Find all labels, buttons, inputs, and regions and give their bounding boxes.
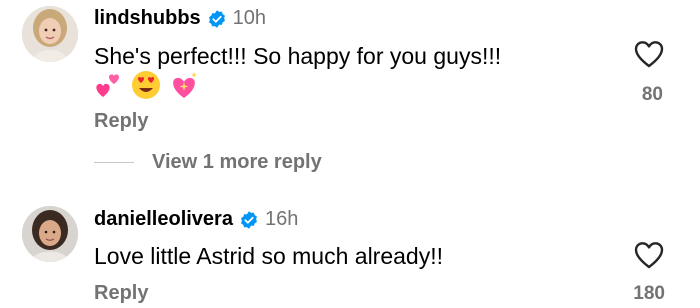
avatar[interactable] (22, 6, 78, 62)
two-hearts-icon (96, 74, 119, 97)
reply-button[interactable]: Reply (94, 282, 148, 305)
heart-eyes-face-icon (132, 71, 160, 99)
comment-time: 16h (264, 208, 299, 230)
sparkling-heart-icon (173, 72, 197, 98)
avatar[interactable] (22, 206, 78, 262)
comment-emojis (94, 68, 200, 102)
like-heart-icon[interactable] (634, 241, 664, 269)
view-more-replies-button[interactable]: View 1 more reply (152, 151, 322, 174)
like-heart-icon[interactable] (634, 40, 664, 68)
view-replies-divider (94, 162, 134, 163)
username-text[interactable]: lindshubbs (94, 7, 201, 30)
verified-badge-icon (241, 210, 257, 229)
comment-time: 10h (232, 7, 267, 29)
comment-username[interactable]: lindshubbs 10h (94, 7, 266, 30)
like-count: 80 (641, 84, 663, 105)
verified-badge-icon (208, 9, 225, 28)
username-text[interactable]: danielleolivera (94, 208, 233, 231)
comment-username[interactable]: danielleolivera 16h (94, 208, 298, 231)
reply-button[interactable]: Reply (94, 110, 148, 133)
comment-text: She's perfect!!! So happy for you guys!!… (94, 43, 502, 69)
like-count: 180 (633, 283, 665, 304)
comment-text: Love little Astrid so much already!! (94, 243, 443, 269)
